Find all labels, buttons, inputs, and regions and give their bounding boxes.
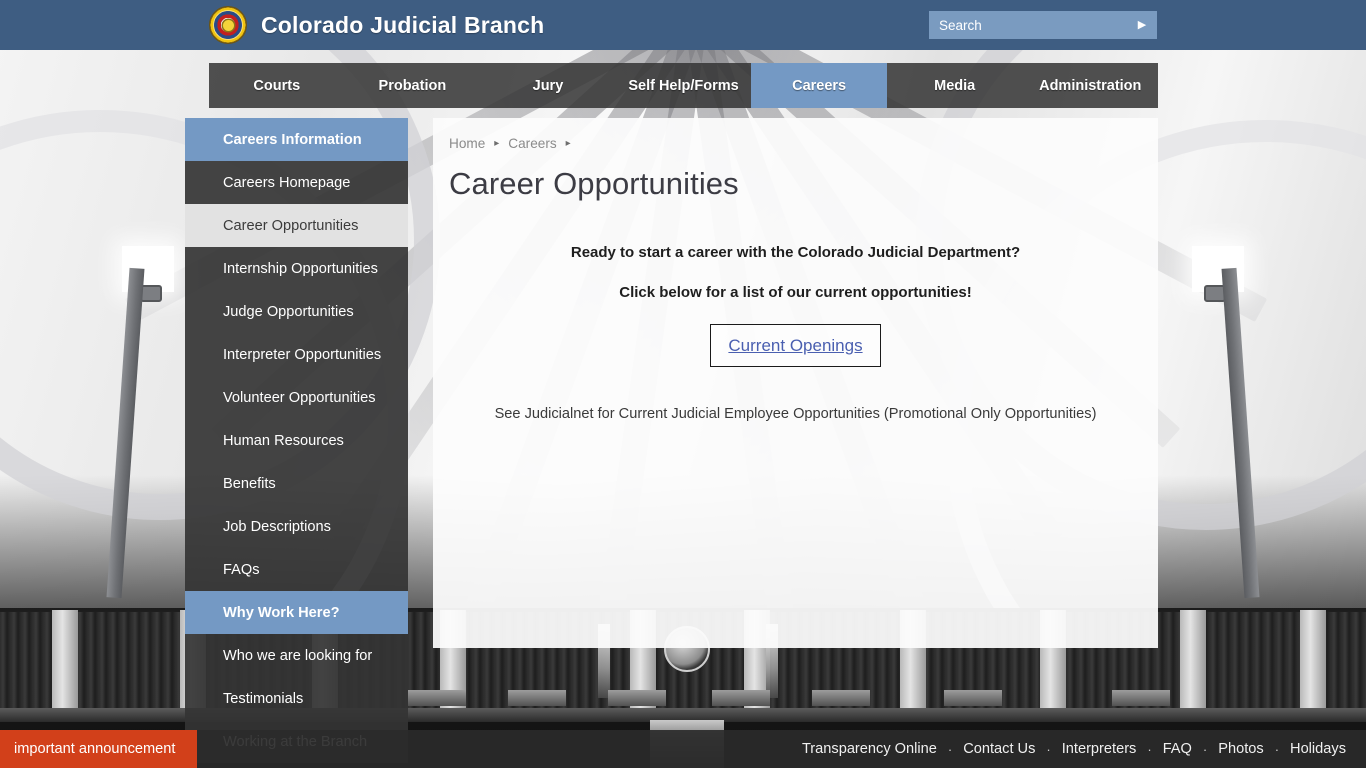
page-title: Career Opportunities bbox=[449, 166, 739, 201]
nav-item-self-help-forms[interactable]: Self Help/Forms bbox=[616, 63, 752, 108]
footer-link-faq[interactable]: FAQ bbox=[1163, 741, 1192, 757]
footer-bar: Transparency Online · Contact Us · Inter… bbox=[0, 730, 1366, 768]
sidebar-item-faqs[interactable]: FAQs bbox=[185, 548, 408, 591]
sidebar-item-job-descriptions[interactable]: Job Descriptions bbox=[185, 505, 408, 548]
sidebar-item-careers-homepage[interactable]: Careers Homepage bbox=[185, 161, 408, 204]
footer-link-photos[interactable]: Photos bbox=[1218, 741, 1263, 757]
sidebar-section-careers-information[interactable]: Careers Information bbox=[185, 118, 408, 161]
footer-link-contact-us[interactable]: Contact Us bbox=[963, 741, 1035, 757]
footer-links: Transparency Online · Contact Us · Inter… bbox=[802, 730, 1346, 768]
main-navigation: Courts Probation Jury Self Help/Forms Ca… bbox=[209, 63, 1158, 108]
site-title: Colorado Judicial Branch bbox=[261, 11, 545, 38]
search-box[interactable]: ▶ bbox=[929, 11, 1157, 39]
sidebar-item-internship-opportunities[interactable]: Internship Opportunities bbox=[185, 247, 408, 290]
breadcrumb-separator-icon: ▸ bbox=[494, 138, 500, 149]
footer-separator-5: · bbox=[1274, 741, 1280, 757]
judicialnet-note: See Judicialnet for Current Judicial Emp… bbox=[494, 406, 1097, 422]
sidebar-item-human-resources[interactable]: Human Resources bbox=[185, 419, 408, 462]
breadcrumb-careers[interactable]: Careers bbox=[508, 136, 556, 151]
breadcrumb: Home ▸ Careers ▸ bbox=[449, 136, 571, 151]
promo-heading-2: Click below for a list of our current op… bbox=[619, 284, 972, 301]
nav-item-media[interactable]: Media bbox=[887, 63, 1023, 108]
sidebar-item-volunteer-opportunities[interactable]: Volunteer Opportunities bbox=[185, 376, 408, 419]
sidebar-item-interpreter-opportunities[interactable]: Interpreter Opportunities bbox=[185, 333, 408, 376]
sidebar-item-who-we-are-looking-for[interactable]: Who we are looking for bbox=[185, 634, 408, 677]
promo-heading-1: Ready to start a career with the Colorad… bbox=[570, 244, 1021, 261]
site-logo[interactable]: Colorado Judicial Branch bbox=[209, 6, 544, 44]
current-openings-link[interactable]: Current Openings bbox=[728, 336, 862, 356]
footer-separator-4: · bbox=[1202, 741, 1208, 757]
sidebar-section-why-work-here[interactable]: Why Work Here? bbox=[185, 591, 408, 634]
current-openings-button[interactable]: Current Openings bbox=[710, 324, 881, 367]
search-input[interactable] bbox=[939, 17, 1135, 33]
breadcrumb-home[interactable]: Home bbox=[449, 136, 485, 151]
nav-item-probation[interactable]: Probation bbox=[345, 63, 481, 108]
footer-separator-2: · bbox=[1046, 741, 1051, 757]
footer-link-transparency-online[interactable]: Transparency Online bbox=[802, 741, 937, 757]
important-announcement-banner[interactable]: important announcement bbox=[0, 730, 197, 768]
site-header: Colorado Judicial Branch ▶ bbox=[0, 0, 1366, 50]
main-content-panel: Home ▸ Careers ▸ Career Opportunities Re… bbox=[433, 118, 1158, 648]
sidebar-item-testimonials[interactable]: Testimonials bbox=[185, 677, 408, 720]
nav-item-courts[interactable]: Courts bbox=[209, 63, 345, 108]
sidebar-item-benefits[interactable]: Benefits bbox=[185, 462, 408, 505]
footer-separator-3: · bbox=[1147, 741, 1152, 757]
nav-item-jury[interactable]: Jury bbox=[480, 63, 616, 108]
footer-link-holidays[interactable]: Holidays bbox=[1290, 741, 1346, 757]
breadcrumb-separator-icon-2: ▸ bbox=[565, 138, 571, 149]
search-submit-icon[interactable]: ▶ bbox=[1135, 18, 1149, 32]
footer-separator-1: · bbox=[947, 741, 953, 757]
sidebar-item-judge-opportunities[interactable]: Judge Opportunities bbox=[185, 290, 408, 333]
nav-item-administration[interactable]: Administration bbox=[1022, 63, 1158, 108]
sidebar-item-career-opportunities[interactable]: Career Opportunities bbox=[185, 204, 408, 247]
footer-link-interpreters[interactable]: Interpreters bbox=[1062, 741, 1137, 757]
colorado-judicial-seal-icon bbox=[209, 6, 247, 44]
careers-sidebar: Careers Information Careers Homepage Car… bbox=[185, 118, 408, 763]
nav-item-careers[interactable]: Careers bbox=[751, 63, 887, 108]
